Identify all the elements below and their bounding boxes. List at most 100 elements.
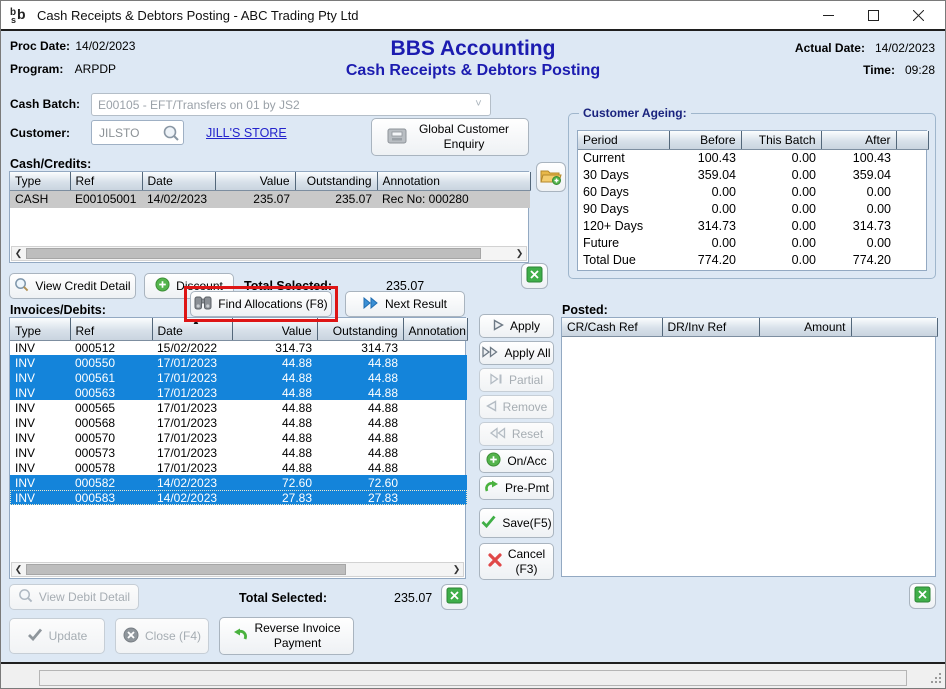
resize-grip[interactable] <box>930 672 942 687</box>
cash-col-ref[interactable]: Ref <box>70 172 142 191</box>
register-icon <box>386 127 408 148</box>
global-customer-enquiry-button[interactable]: Global Customer Enquiry <box>371 118 529 156</box>
cash-credits-hscrollbar[interactable]: ❮ ❯ <box>11 246 527 261</box>
plus-circle-icon <box>155 277 170 295</box>
partial-button[interactable]: Partial <box>479 368 554 392</box>
header-right: Actual Date:14/02/2023 Time:09:28 <box>795 41 935 85</box>
check-icon <box>27 628 43 644</box>
ageing-row: 60 Days0.000.000.00 <box>578 184 928 201</box>
inv-col-outstanding[interactable]: Outstanding <box>317 318 403 340</box>
folder-add-icon <box>540 167 562 188</box>
close-f4-button[interactable]: Close (F4) <box>115 618 209 654</box>
invoice-row[interactable]: INV00056517/01/202344.8844.88 <box>10 400 467 415</box>
cash-batch-label: Cash Batch: <box>10 97 80 111</box>
cash-batch-value: E00105 - EFT/Transfers on 01 by JS2 <box>98 98 300 112</box>
invoice-total-selected-label: Total Selected: <box>239 591 327 605</box>
header-left: Proc Date: 14/02/2023 Program: ARPDP <box>10 39 135 85</box>
window-title: Cash Receipts & Debtors Posting - ABC Tr… <box>37 8 359 23</box>
cash-col-type[interactable]: Type <box>10 172 70 191</box>
scroll-thumb[interactable] <box>26 248 481 259</box>
cash-col-value[interactable]: Value <box>215 172 295 191</box>
inv-col-value[interactable]: Value <box>232 318 317 340</box>
ageing-col-this-batch: This Batch <box>741 131 821 150</box>
remove-button[interactable]: Remove <box>479 395 554 419</box>
invoice-row[interactable]: INV00058314/02/202327.8327.83 <box>10 490 467 505</box>
view-credit-detail-button[interactable]: View Credit Detail <box>9 273 136 299</box>
posted-col-dr-inv-ref: DR/Inv Ref <box>662 318 759 337</box>
minimize-button[interactable] <box>806 1 851 29</box>
cancel-label-2: (F3) <box>515 562 537 576</box>
x-icon <box>488 553 502 570</box>
update-label: Update <box>49 629 88 643</box>
scroll-right-icon[interactable]: ❯ <box>450 563 463 576</box>
posted-export-excel-button[interactable] <box>909 583 936 609</box>
invoice-row[interactable]: INV00057017/01/202344.8844.88 <box>10 430 467 445</box>
ageing-row: 30 Days359.040.00359.04 <box>578 167 928 184</box>
inv-col-date[interactable]: ▲Date <box>152 318 232 340</box>
cash-col-outstanding[interactable]: Outstanding <box>295 172 377 191</box>
customer-name-link[interactable]: JILL'S STORE <box>206 126 287 140</box>
customer-search-icon[interactable] <box>162 124 180 145</box>
customer-label: Customer: <box>10 126 70 140</box>
ageing-col-after: After <box>821 131 896 150</box>
pre-pmt-button[interactable]: Pre-Pmt <box>479 476 554 500</box>
cash-col-annotation[interactable]: Annotation <box>377 172 530 191</box>
right-triangle-icon <box>493 319 504 334</box>
ageing-table: Period Before This Batch After Current10… <box>578 131 929 269</box>
scroll-left-icon[interactable]: ❮ <box>12 563 25 576</box>
save-button[interactable]: Save(F5) <box>479 508 554 538</box>
apply-button[interactable]: Apply <box>479 314 554 338</box>
save-label: Save(F5) <box>502 516 551 530</box>
invoice-row[interactable]: INV00056817/01/202344.8844.88 <box>10 415 467 430</box>
on-acc-button[interactable]: On/Acc <box>479 449 554 473</box>
cash-batch-dropdown[interactable]: E00105 - EFT/Transfers on 01 by JS2 ˅ <box>91 93 491 116</box>
cash-export-excel-button[interactable] <box>521 263 548 289</box>
status-panel <box>39 670 907 686</box>
actual-date-value: 14/02/2023 <box>875 41 935 55</box>
reset-button[interactable]: Reset <box>479 422 554 446</box>
maximize-button[interactable] <box>851 1 896 29</box>
find-allocations-button[interactable]: Find Allocations (F8) <box>190 291 332 317</box>
posted-col-spacer <box>851 318 937 337</box>
scroll-thumb[interactable] <box>26 564 346 575</box>
invoices-export-excel-button[interactable] <box>441 584 468 610</box>
reverse-invoice-payment-button[interactable]: Reverse InvoicePayment <box>219 617 354 655</box>
ageing-row: Total Due774.200.00774.20 <box>578 252 928 269</box>
plus-circle-icon <box>486 452 501 470</box>
invoice-row[interactable]: INV00058214/02/202372.6072.60 <box>10 475 467 490</box>
invoice-row[interactable]: INV00051215/02/2022314.73314.73 <box>10 340 467 355</box>
inv-col-annotation[interactable]: Annotation <box>403 318 467 340</box>
invoice-row[interactable]: INV00057817/01/202344.8844.88 <box>10 460 467 475</box>
add-batch-button[interactable] <box>536 162 566 192</box>
cash-credits-table[interactable]: Type Ref Date Value Outstanding Annotati… <box>10 172 531 208</box>
ageing-row: Current100.430.00100.43 <box>578 150 928 167</box>
scroll-right-icon[interactable]: ❯ <box>513 247 526 260</box>
close-button[interactable] <box>896 1 941 29</box>
cancel-button[interactable]: Cancel(F3) <box>479 543 554 580</box>
posted-col-amount: Amount <box>759 318 851 337</box>
left-triangle-icon <box>486 400 497 415</box>
invoice-row[interactable]: INV00056317/01/202344.8844.88 <box>10 385 467 400</box>
inv-col-type[interactable]: Type <box>10 318 70 340</box>
invoice-row[interactable]: INV00057317/01/202344.8844.88 <box>10 445 467 460</box>
view-debit-detail-button[interactable]: View Debit Detail <box>9 584 139 610</box>
curved-arrow-left-icon <box>232 628 248 645</box>
invoices-table[interactable]: Type Ref ▲Date Value Outstanding Annotat… <box>10 318 468 505</box>
invoices-hscrollbar[interactable]: ❮ ❯ <box>11 562 464 577</box>
scroll-left-icon[interactable]: ❮ <box>12 247 25 260</box>
double-left-triangle-icon <box>490 427 506 442</box>
cash-col-date[interactable]: Date <box>142 172 215 191</box>
invoice-row[interactable]: INV00055017/01/202344.8844.88 <box>10 355 467 370</box>
cash-credit-row[interactable]: CASHE0010500114/02/2023235.07235.07Rec N… <box>10 191 530 208</box>
time-label: Time: <box>863 63 895 77</box>
reset-label: Reset <box>512 427 543 441</box>
update-button[interactable]: Update <box>9 618 105 654</box>
excel-icon <box>526 266 543 286</box>
invoice-row[interactable]: INV00056117/01/202344.8844.88 <box>10 370 467 385</box>
inv-col-ref[interactable]: Ref <box>70 318 152 340</box>
next-result-button[interactable]: Next Result <box>345 291 465 317</box>
ageing-row: 120+ Days314.730.00314.73 <box>578 218 928 235</box>
customer-code-field[interactable]: JILSTO <box>91 120 184 145</box>
bbs-logo-icon: bsb <box>9 4 29 27</box>
apply-all-button[interactable]: Apply All <box>479 341 554 365</box>
